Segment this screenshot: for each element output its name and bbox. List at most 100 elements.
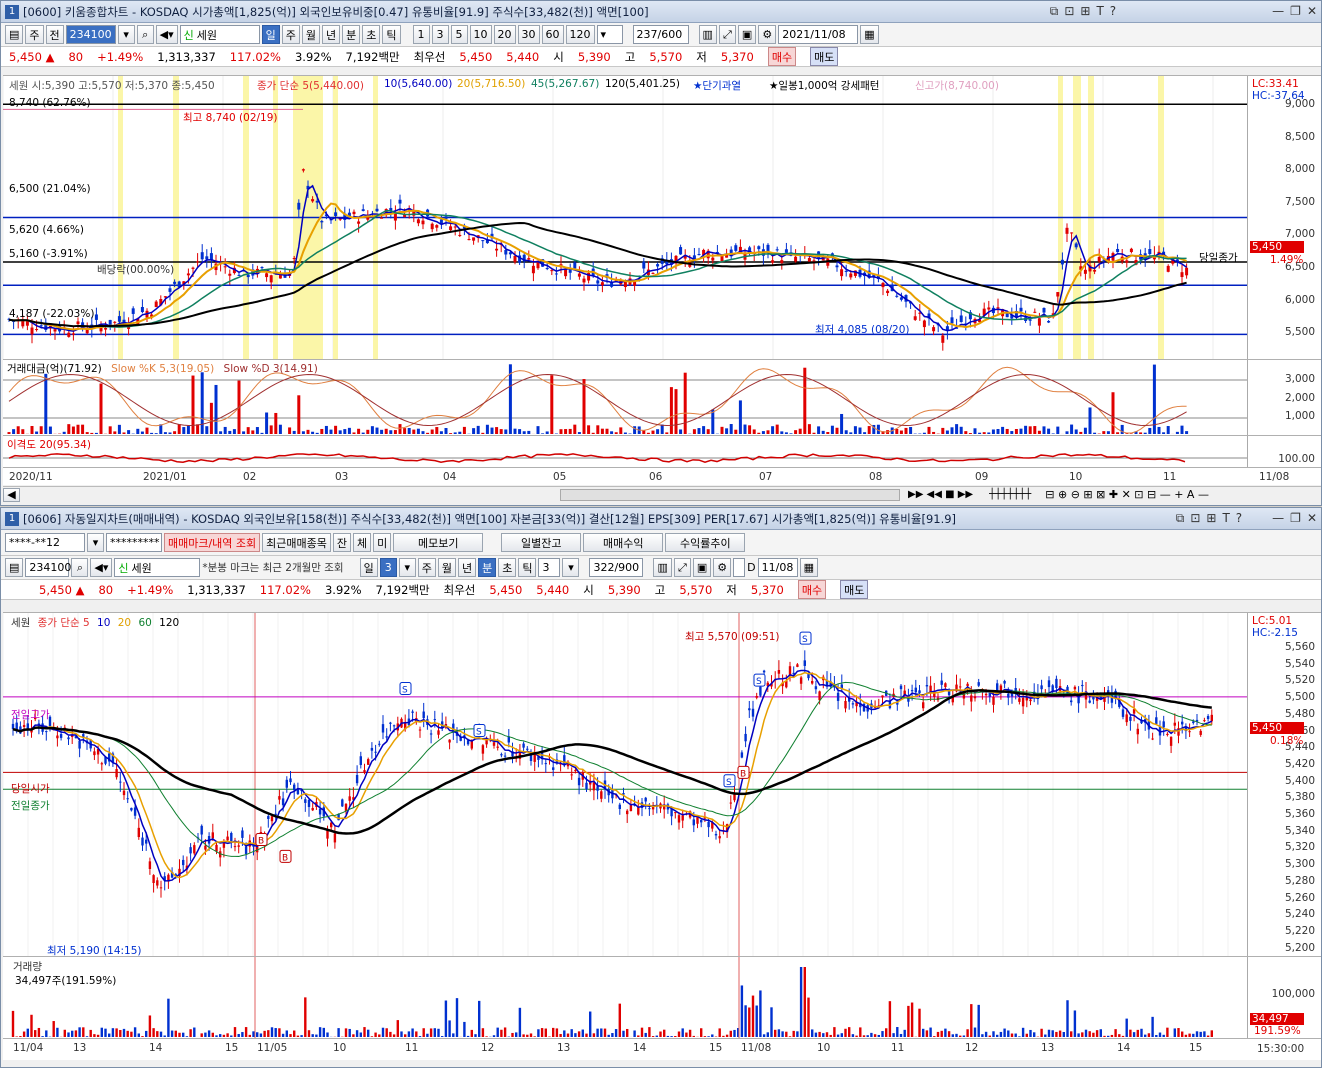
save-icon[interactable]: ▣ xyxy=(737,25,757,44)
trade-mark-query-button[interactable]: 매매마크/내역 조회 xyxy=(164,533,261,552)
num-button-120[interactable]: 120 xyxy=(565,25,595,44)
buy-button[interactable]: 매수 xyxy=(767,47,797,66)
settings-icon[interactable]: ⚙ xyxy=(713,558,732,577)
period-tick-button[interactable]: 틱 xyxy=(518,558,537,577)
executed-tab-button[interactable]: 체 xyxy=(353,533,372,552)
scroll-thumb[interactable] xyxy=(560,488,900,501)
stock-code-input[interactable]: 234100 xyxy=(25,558,71,577)
interval-dropdown-icon[interactable]: ▾ xyxy=(562,558,580,577)
memo-button[interactable]: 메모보기 xyxy=(393,533,484,552)
period-minute-button[interactable]: 분 xyxy=(478,558,497,577)
date-input[interactable]: 11/08 xyxy=(757,558,798,577)
period-dropdown-icon[interactable]: ▾ xyxy=(398,558,416,577)
num-button-20[interactable]: 20 xyxy=(493,25,516,44)
draw-icon[interactable]: ⤢ xyxy=(673,558,691,577)
num-button-3[interactable]: 3 xyxy=(431,25,449,44)
period-year-button[interactable]: 년 xyxy=(457,558,477,577)
font-icon[interactable]: T xyxy=(1096,4,1103,19)
count-input[interactable]: 237/600 xyxy=(632,25,689,44)
period-month-button[interactable]: 월 xyxy=(301,25,321,44)
sell-button[interactable]: 매도 xyxy=(810,47,839,66)
calendar-icon[interactable]: ▦ xyxy=(799,558,819,577)
blank-select[interactable]: ▾ xyxy=(596,25,623,44)
speaker-icon[interactable]: ◀▾ xyxy=(90,558,113,577)
interval-input[interactable]: 3 xyxy=(538,558,561,577)
num-button-1[interactable]: 1 xyxy=(412,25,430,44)
zoom-slider-icon[interactable]: ┼┼┼┼┼┼┼ xyxy=(989,489,1031,500)
num-button-10[interactable]: 10 xyxy=(469,25,492,44)
period-multi-select[interactable]: 3 xyxy=(379,558,397,577)
speaker-icon[interactable]: ◀▾ xyxy=(155,25,178,44)
period-week-button[interactable]: 주 xyxy=(417,558,436,577)
period-month-button[interactable]: 월 xyxy=(437,558,456,577)
stock-code-input[interactable]: 234100 xyxy=(65,25,116,44)
link-icon[interactable]: ⧉ xyxy=(1050,4,1059,19)
indicator-icon[interactable]: ▥ xyxy=(653,558,672,577)
price-axis[interactable]: LC:33.41 HC:-37.64 9,000 8,500 8,000 7,500 7… xyxy=(1247,76,1321,436)
help-icon[interactable]: ? xyxy=(1236,511,1242,526)
num-button-60[interactable]: 60 xyxy=(541,25,564,44)
period-second-button[interactable]: 초 xyxy=(498,558,517,577)
unfilled-tab-button[interactable]: 미 xyxy=(373,533,392,552)
link-icon[interactable]: ⧉ xyxy=(1176,511,1185,526)
daily-price-chart[interactable]: 세원 시:5,390 고:5,570 저:5,370 종:5,450 종가 단순… xyxy=(3,75,1321,436)
playback-controls-icon[interactable]: ▶▶ ◀◀ ■ ▶▶ xyxy=(908,489,973,500)
lock-icon[interactable]: ⊡ xyxy=(1190,511,1200,526)
disparity-chart[interactable]: 이격도 20(95.34) 100.00 xyxy=(3,435,1321,467)
help-icon[interactable]: ? xyxy=(1110,4,1116,19)
trade-value-stochastic-chart[interactable]: 거래대금(억)(71.92) Slow %K 5,3(19.05) Slow %… xyxy=(3,359,1321,435)
dropdown-icon[interactable]: ▾ xyxy=(117,25,135,44)
sell-button[interactable]: 매도 xyxy=(840,580,869,599)
volume-chart[interactable]: 거래량 34,497주(191.59%) 100,000 34,497 191.… xyxy=(3,956,1321,1039)
tile-icon[interactable]: ⊞ xyxy=(1080,4,1090,19)
recent-trades-button[interactable]: 최근매매종목 xyxy=(262,533,331,552)
num-button-30[interactable]: 30 xyxy=(517,25,540,44)
font-icon[interactable]: T xyxy=(1222,511,1229,526)
balance-tab-button[interactable]: 잔 xyxy=(332,533,352,552)
title-bar[interactable]: 1 [0600] 키움종합차트 - KOSDAQ 시가총액[1,825(억)] … xyxy=(1,1,1321,23)
tile-icon[interactable]: ⊞ xyxy=(1206,511,1216,526)
minimize-icon[interactable]: — xyxy=(1272,511,1284,526)
password-input[interactable]: ********* xyxy=(106,533,162,552)
minute-price-chart[interactable]: BBSSSBSS 세원 종가 단순 5 10 20 60 120 전일고가 당일… xyxy=(3,612,1321,957)
title-bar[interactable]: 1 [0606] 자동일지차트(매매내역) - KOSDAQ 외국인보유[158… xyxy=(1,508,1321,530)
search-icon[interactable]: ⌕ xyxy=(71,558,89,577)
chart-scrollbar[interactable]: ◀ ▶▶ ◀◀ ■ ▶▶ ┼┼┼┼┼┼┼ ⊟ ⊕ ⊖ ⊞ ⊠ ✚ ✕ ⊡ ⊟ —… xyxy=(3,486,1321,502)
period-select[interactable]: 주 xyxy=(25,25,44,44)
close-icon[interactable]: ✕ xyxy=(1307,511,1317,526)
draw-icon[interactable]: ⤢ xyxy=(718,25,736,44)
daily-balance-button[interactable]: 일별잔고 xyxy=(501,533,582,552)
period-minute-button[interactable]: 분 xyxy=(342,25,361,44)
indicator-icon[interactable]: ▥ xyxy=(698,25,717,44)
restore-icon[interactable]: ❐ xyxy=(1290,511,1301,526)
chart-menu-icon[interactable]: ▤ xyxy=(5,25,24,44)
lock-icon[interactable]: ⊡ xyxy=(1064,4,1074,19)
num-button-5[interactable]: 5 xyxy=(450,25,468,44)
price-axis[interactable]: LC:5.01 HC:-2.15 5,560 5,540 5,520 5,500 5,4… xyxy=(1247,613,1321,956)
period-week-button[interactable]: 주 xyxy=(281,25,300,44)
stock-name-field[interactable]: 신 세원 xyxy=(114,558,201,577)
date-input[interactable]: 2021/11/08 xyxy=(778,25,859,44)
minimize-icon[interactable]: — xyxy=(1272,4,1284,19)
account-dropdown-icon[interactable]: ▾ xyxy=(87,533,104,552)
buy-button[interactable]: 매수 xyxy=(797,580,827,599)
date-checkbox[interactable] xyxy=(733,558,746,577)
period-day-button[interactable]: 일 xyxy=(359,558,378,577)
count-input[interactable]: 322/900 xyxy=(589,558,644,577)
period-day-button[interactable]: 일 xyxy=(261,25,280,44)
jeon-button[interactable]: 전 xyxy=(45,25,64,44)
chart-menu-icon[interactable]: ▤ xyxy=(5,558,24,577)
calendar-icon[interactable]: ▦ xyxy=(860,25,879,44)
restore-icon[interactable]: ❐ xyxy=(1290,4,1301,19)
period-second-button[interactable]: 초 xyxy=(362,25,381,44)
search-icon[interactable]: ⌕ xyxy=(136,25,154,44)
chart-tools-icons[interactable]: ⊟ ⊕ ⊖ ⊞ ⊠ ✚ ✕ ⊡ ⊟ — + A — xyxy=(1045,488,1209,501)
return-trend-button[interactable]: 수익률추이 xyxy=(665,533,746,552)
trade-profit-button[interactable]: 매매수익 xyxy=(583,533,664,552)
close-icon[interactable]: ✕ xyxy=(1307,4,1317,19)
stock-name-field[interactable]: 신 세원 xyxy=(179,25,260,44)
account-input[interactable]: ****-**12 xyxy=(5,533,85,552)
scroll-left-icon[interactable]: ◀ xyxy=(3,487,20,502)
save-icon[interactable]: ▣ xyxy=(692,558,712,577)
settings-icon[interactable]: ⚙ xyxy=(758,25,777,44)
